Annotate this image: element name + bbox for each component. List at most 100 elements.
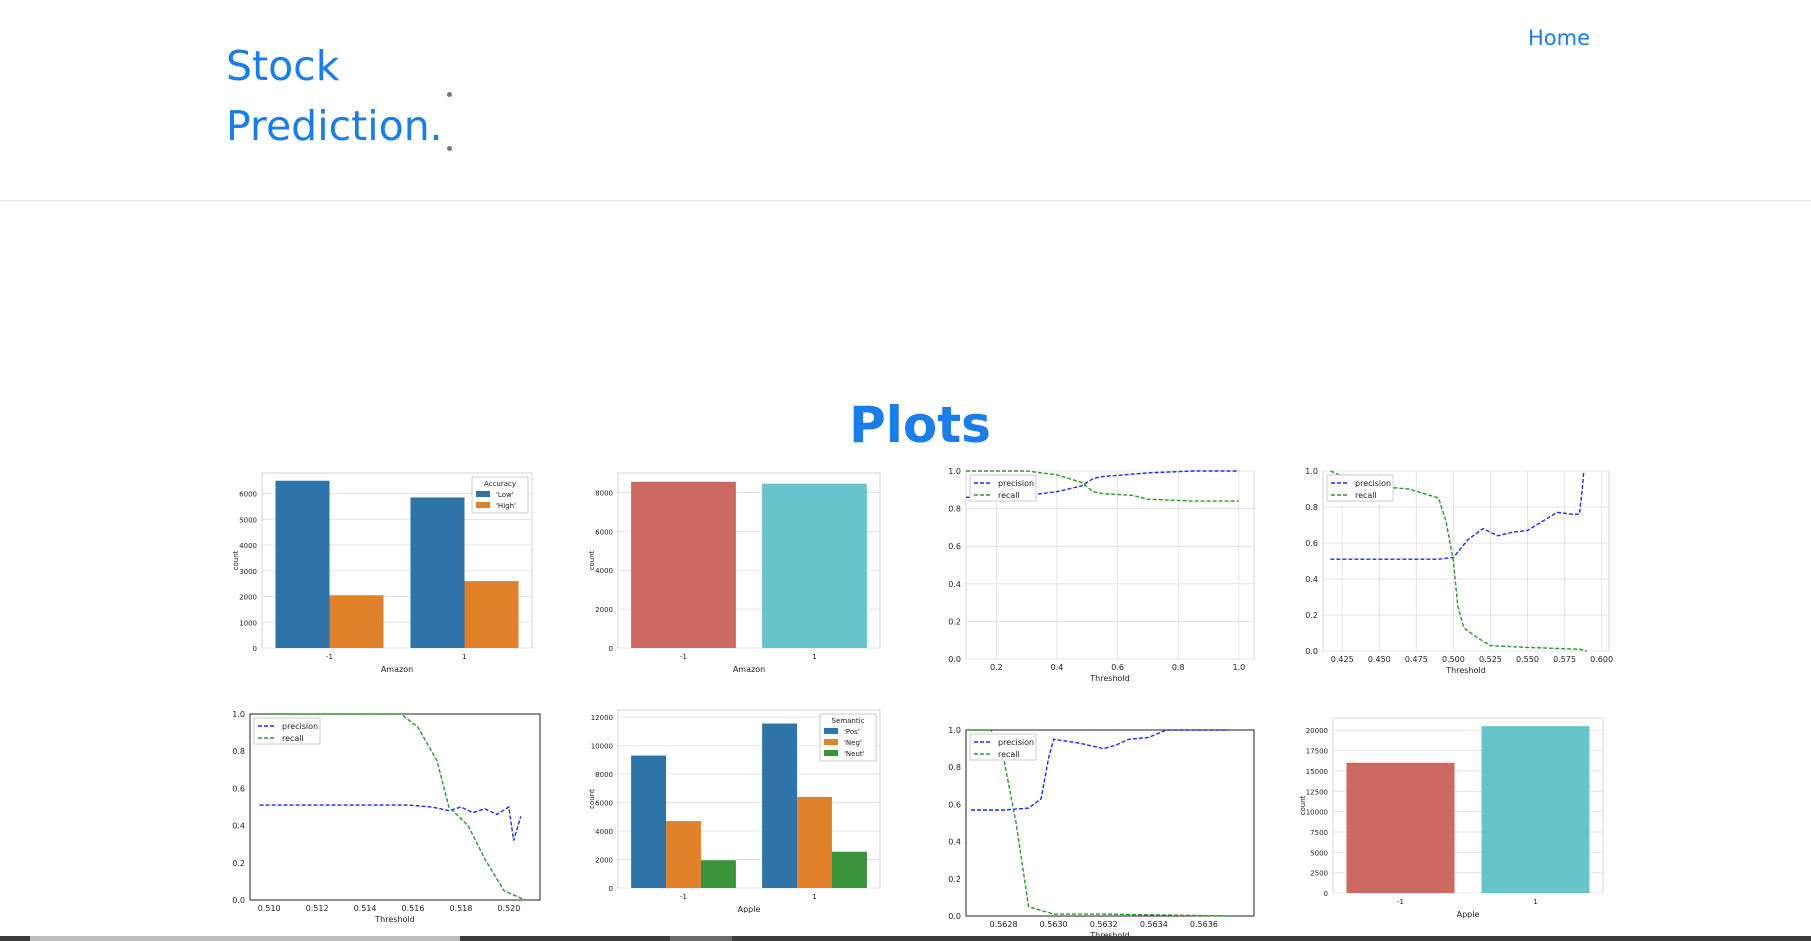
y-tick-label: 0.0 bbox=[1305, 647, 1318, 656]
y-tick-label: 0.8 bbox=[948, 505, 961, 514]
scrollbar-segment bbox=[670, 936, 732, 941]
x-tick-label: -1 bbox=[680, 653, 687, 661]
bar bbox=[275, 480, 330, 648]
bar bbox=[410, 497, 465, 648]
legend-label: 'Low' bbox=[496, 491, 514, 499]
x-tick-label: 0.516 bbox=[402, 904, 425, 913]
plot-threshold-1: 0.0 0.2 0.4 0.6 0.8 1.0 0.2 0.4 0.6 0.8 1.0 Thresho… bbox=[940, 465, 1260, 690]
y-tick-label: 0.2 bbox=[232, 859, 245, 868]
plot-threshold-2: 0.0 0.2 0.4 0.6 0.8 1.0 0.425 0.450 0.475 0.500 0.… bbox=[1297, 465, 1617, 680]
y-tick-label: 0.2 bbox=[1305, 611, 1318, 620]
x-tick-label: 0.425 bbox=[1331, 655, 1354, 664]
y-tick-label: 20000 bbox=[1306, 727, 1328, 735]
menu-toggle-icon[interactable] bbox=[447, 92, 453, 158]
y-tick-label: 0.4 bbox=[232, 822, 245, 831]
x-axis-label: Amazon bbox=[733, 665, 765, 674]
y-tick-label: 2000 bbox=[595, 857, 613, 865]
x-tick-label: 1 bbox=[462, 653, 466, 661]
y-tick-label: 17500 bbox=[1306, 748, 1328, 756]
x-axis-label: Apple bbox=[738, 905, 761, 913]
x-tick-label: 0.5628 bbox=[990, 920, 1018, 929]
y-tick-label: 0.4 bbox=[948, 838, 961, 847]
y-tick-label: 1.0 bbox=[1305, 467, 1318, 476]
nav-home-link[interactable]: Home bbox=[1528, 26, 1590, 50]
y-tick-label: 2500 bbox=[1310, 870, 1328, 878]
legend-title: Semantic bbox=[832, 717, 865, 725]
bar bbox=[1481, 726, 1590, 893]
x-axis-label: Threshold bbox=[1445, 666, 1485, 675]
brand-line-1: Stock bbox=[226, 42, 340, 90]
x-tick-label: 0.500 bbox=[1442, 655, 1465, 664]
y-axis-label: count bbox=[588, 550, 596, 570]
x-tick-label: 0.5630 bbox=[1040, 920, 1068, 929]
x-tick-label: 0.514 bbox=[354, 904, 377, 913]
site-header: Stock Prediction. Home bbox=[0, 0, 1811, 201]
bar bbox=[797, 796, 832, 888]
x-tick-label: 0.6 bbox=[1111, 663, 1124, 672]
bar bbox=[700, 860, 736, 888]
x-tick-label: -1 bbox=[326, 653, 333, 661]
y-tick-label: 0.8 bbox=[232, 747, 245, 756]
plot-threshold-3: 0.0 0.2 0.4 0.6 0.8 1.0 0.510 0.512 0.514 0.516 0.… bbox=[226, 708, 546, 930]
legend-label: 'Neg' bbox=[844, 739, 862, 747]
legend-label: precision bbox=[282, 722, 318, 731]
y-tick-label: 0 bbox=[253, 645, 257, 653]
x-axis-label: Threshold bbox=[1089, 674, 1129, 683]
legend-swatch bbox=[476, 502, 490, 508]
y-tick-label: 6000 bbox=[239, 491, 257, 499]
y-tick-label: 1000 bbox=[239, 619, 257, 627]
x-tick-label: 1 bbox=[1533, 898, 1537, 906]
y-tick-label: 2000 bbox=[595, 606, 613, 614]
legend-label: recall bbox=[282, 734, 304, 743]
x-axis-label: Threshold bbox=[374, 915, 414, 924]
y-tick-label: 0.4 bbox=[1305, 575, 1318, 584]
x-tick-label: 0.510 bbox=[258, 904, 281, 913]
legend-label: precision bbox=[1355, 479, 1391, 488]
y-tick-label: 6000 bbox=[595, 800, 613, 808]
legend-label: precision bbox=[998, 738, 1034, 747]
x-tick-label: -1 bbox=[1397, 898, 1404, 906]
y-tick-label: 2000 bbox=[239, 594, 257, 602]
y-tick-label: 15000 bbox=[1306, 768, 1328, 776]
bar bbox=[631, 755, 667, 888]
y-tick-label: 7500 bbox=[1310, 829, 1328, 837]
page-title: Plots bbox=[849, 395, 991, 454]
x-tick-label: 0.5632 bbox=[1090, 920, 1118, 929]
x-tick-label: 0.8 bbox=[1172, 663, 1185, 672]
y-tick-label: 10000 bbox=[1306, 809, 1328, 817]
x-tick-label: 0.5636 bbox=[1190, 920, 1218, 929]
legend-label: recall bbox=[1355, 491, 1377, 500]
x-tick-label: 0.600 bbox=[1590, 655, 1613, 664]
y-tick-label: 12500 bbox=[1306, 788, 1328, 796]
y-axis-label: count bbox=[232, 550, 240, 570]
y-tick-label: 0.4 bbox=[948, 580, 961, 589]
legend-label: precision bbox=[998, 479, 1034, 488]
y-tick-label: 0 bbox=[609, 645, 613, 653]
x-tick-label: 0.512 bbox=[306, 904, 329, 913]
legend-swatch bbox=[476, 491, 490, 497]
legend-label: recall bbox=[998, 491, 1020, 500]
x-tick-label: 0.2 bbox=[990, 663, 1003, 672]
y-tick-label: 4000 bbox=[595, 828, 613, 836]
x-axis-label: Amazon bbox=[381, 665, 413, 674]
x-axis-label: Apple bbox=[1457, 910, 1480, 919]
brand-logo[interactable]: Stock Prediction. bbox=[226, 36, 443, 156]
scrollbar-thumb[interactable] bbox=[30, 936, 460, 941]
y-tick-label: 0.6 bbox=[1305, 539, 1318, 548]
bar bbox=[762, 483, 867, 648]
legend-swatch bbox=[824, 728, 838, 734]
bar bbox=[666, 821, 701, 888]
y-tick-label: 5000 bbox=[1310, 849, 1328, 857]
y-tick-label: 0.8 bbox=[948, 763, 961, 772]
plot-apple-semantic: 0 2000 4000 6000 8000 10000 12000 count -1 1 Apple… bbox=[586, 708, 906, 913]
horizontal-scrollbar[interactable] bbox=[0, 936, 1811, 941]
y-tick-label: 3000 bbox=[239, 568, 257, 576]
x-tick-label: 1.0 bbox=[1232, 663, 1245, 672]
y-tick-label: 0.2 bbox=[948, 875, 961, 884]
y-tick-label: 6000 bbox=[595, 528, 613, 536]
legend-label: 'Neut' bbox=[844, 750, 865, 758]
y-tick-label: 0 bbox=[609, 885, 613, 893]
bar bbox=[631, 481, 736, 648]
y-tick-label: 0.6 bbox=[232, 784, 245, 793]
bar bbox=[831, 851, 867, 888]
